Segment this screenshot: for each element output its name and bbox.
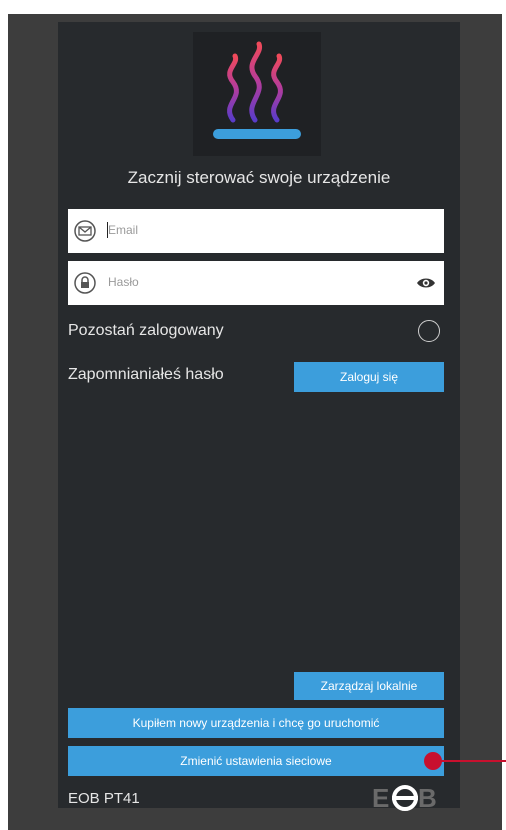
new-device-button[interactable]: Kupiłem nowy urządzenia i chcę go urucho… [68, 708, 444, 738]
forgot-password-link[interactable]: Zapomnianiałeś hasło [68, 366, 224, 384]
manage-local-button[interactable]: Zarządzaj lokalnie [294, 672, 444, 700]
remember-me-label: Pozostań zalogowany [68, 322, 224, 339]
eye-icon[interactable] [416, 274, 436, 292]
email-placeholder: Email [108, 223, 139, 237]
heat-waves-logo-icon [193, 32, 321, 156]
password-field[interactable]: Hasło [68, 261, 444, 305]
login-button[interactable]: Zaloguj się [294, 362, 444, 392]
email-field[interactable]: Email [68, 209, 444, 253]
page-title: Zacznij sterować swoje urządzenie [127, 168, 391, 187]
svg-text:B: B [418, 784, 437, 812]
device-name: EOB PT41 [68, 790, 140, 807]
envelope-icon [74, 220, 96, 242]
annotation-line [440, 760, 506, 762]
remember-me-radio[interactable] [418, 320, 440, 342]
password-placeholder: Hasło [108, 275, 139, 289]
eob-logo: E B [372, 783, 444, 813]
network-settings-button[interactable]: Zmienić ustawienia sieciowe [68, 746, 444, 776]
lock-icon [74, 272, 96, 294]
svg-text:E: E [372, 784, 389, 812]
